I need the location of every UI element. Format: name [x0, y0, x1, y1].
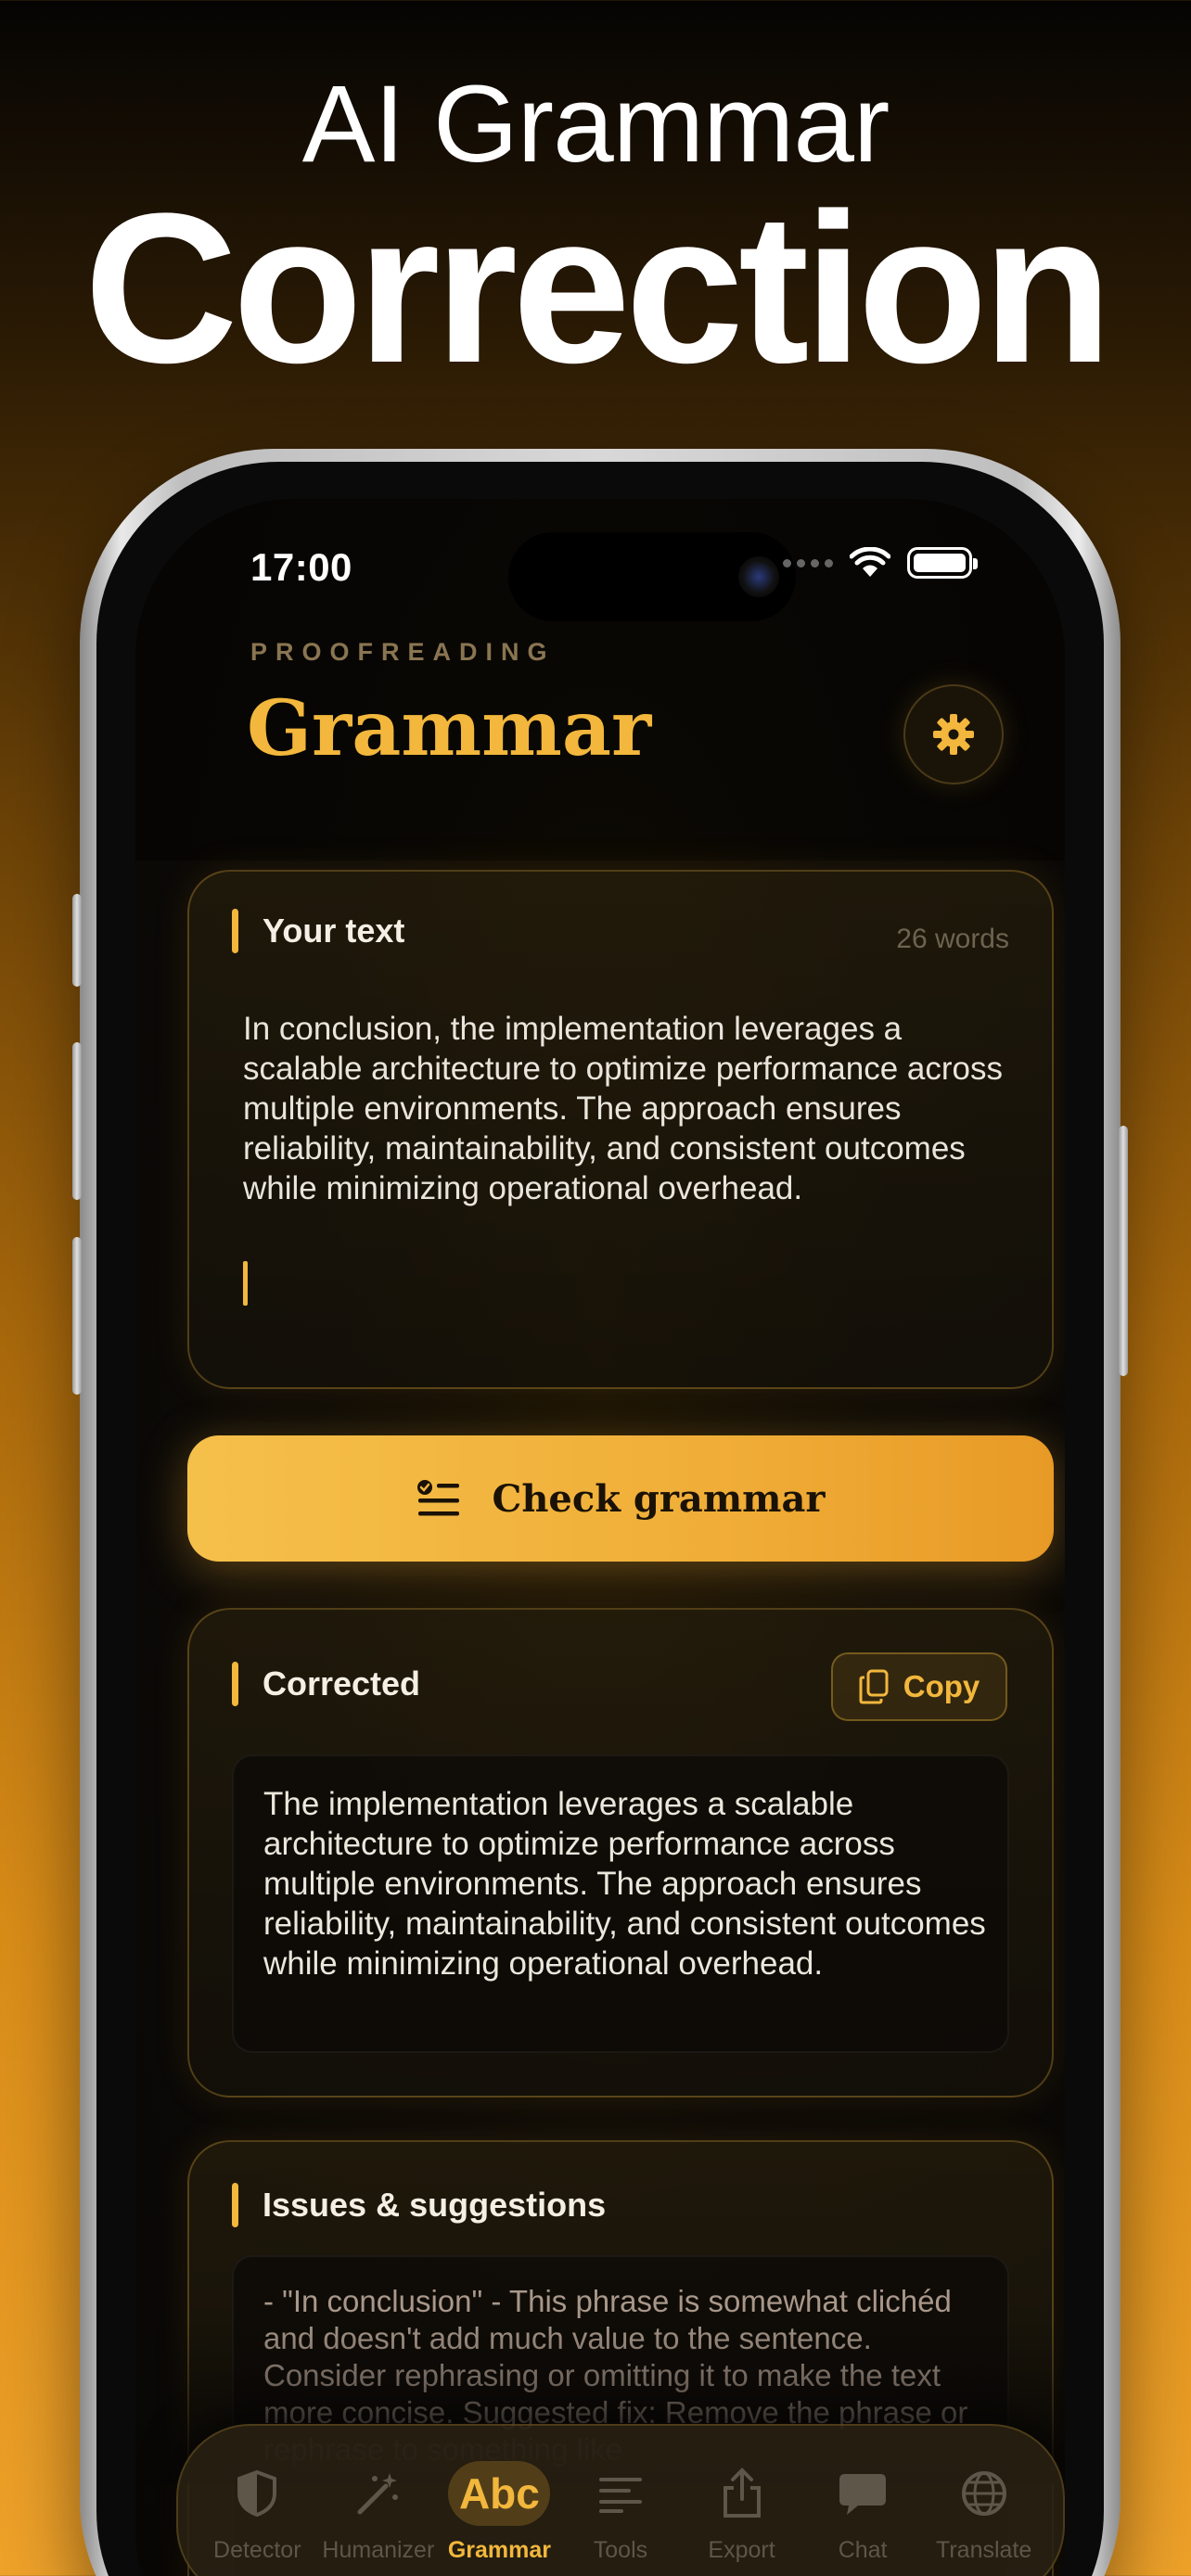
power-button — [1119, 1126, 1128, 1376]
phone-frame: 17:00 PROOFREADING Grammar Your text 26 … — [72, 449, 1128, 2576]
dynamic-island — [508, 532, 796, 621]
app-screen: 17:00 PROOFREADING Grammar Your text 26 … — [135, 499, 1065, 2576]
checklist-icon — [416, 1480, 459, 1516]
tab-detector[interactable]: Detector — [199, 2461, 314, 2564]
tab-grammar[interactable]: Abc Grammar — [442, 2460, 557, 2564]
text-cursor — [243, 1261, 248, 1306]
settings-button[interactable] — [903, 684, 1004, 784]
text-input[interactable]: In conclusion, the implementation levera… — [243, 1009, 1013, 1208]
copy-label: Copy — [903, 1669, 980, 1703]
signal-icon — [783, 558, 833, 567]
issues-card-label: Issues & suggestions — [232, 2183, 606, 2227]
abc-icon: Abc — [448, 2460, 551, 2526]
tab-label: Export — [708, 2536, 775, 2563]
copy-button[interactable]: Copy — [831, 1652, 1007, 1721]
phone-bezel: 17:00 PROOFREADING Grammar Your text 26 … — [96, 462, 1104, 2576]
copy-icon — [859, 1669, 889, 1704]
check-grammar-button[interactable]: Check grammar — [187, 1435, 1054, 1562]
tab-humanizer[interactable]: Humanizer — [321, 2461, 436, 2564]
corrected-text-box: The implementation leverages a scalable … — [232, 1754, 1009, 2053]
globe-icon — [960, 2461, 1008, 2526]
camera-icon — [738, 556, 779, 597]
tab-tools[interactable]: Tools — [563, 2461, 678, 2564]
action-button — [72, 894, 82, 987]
tab-translate[interactable]: Translate — [927, 2461, 1042, 2564]
tab-chat[interactable]: Chat — [805, 2461, 920, 2564]
word-count: 26 words — [896, 924, 1009, 954]
wifi-icon — [850, 547, 890, 577]
corrected-card-label: Corrected — [232, 1662, 420, 1706]
battery-icon — [907, 547, 978, 579]
status-indicators — [783, 547, 978, 579]
tab-label: Detector — [213, 2536, 301, 2563]
promo-title-line2: Correction — [83, 169, 1113, 407]
chat-bubble-icon — [838, 2461, 888, 2526]
tab-bar: Detector Humanizer Abc Grammar Tools Exp… — [176, 2424, 1065, 2576]
input-card-label: Your text — [232, 909, 404, 953]
corrected-card: Corrected Copy The implementation levera… — [187, 1608, 1054, 2098]
tab-label: Translate — [936, 2536, 1032, 2563]
tab-export[interactable]: Export — [685, 2461, 800, 2564]
volume-up-button — [72, 1042, 82, 1200]
shield-icon — [236, 2461, 278, 2526]
gear-icon — [933, 714, 974, 755]
tab-label: Tools — [593, 2536, 648, 2563]
tab-label: Chat — [838, 2536, 888, 2563]
input-card[interactable]: Your text 26 words In conclusion, the im… — [187, 870, 1054, 1389]
check-grammar-label: Check grammar — [492, 1476, 826, 1521]
tab-label: Humanizer — [322, 2536, 435, 2563]
share-icon — [721, 2461, 763, 2526]
volume-down-button — [72, 1237, 82, 1395]
page-title: Grammar — [247, 684, 652, 773]
section-eyebrow: PROOFREADING — [250, 638, 556, 666]
status-time: 17:00 — [250, 545, 352, 589]
tab-label: Grammar — [447, 2536, 551, 2563]
lines-icon — [597, 2461, 644, 2526]
corrected-text: The implementation leverages a scalable … — [263, 1786, 986, 1982]
magic-wand-icon — [354, 2461, 403, 2526]
